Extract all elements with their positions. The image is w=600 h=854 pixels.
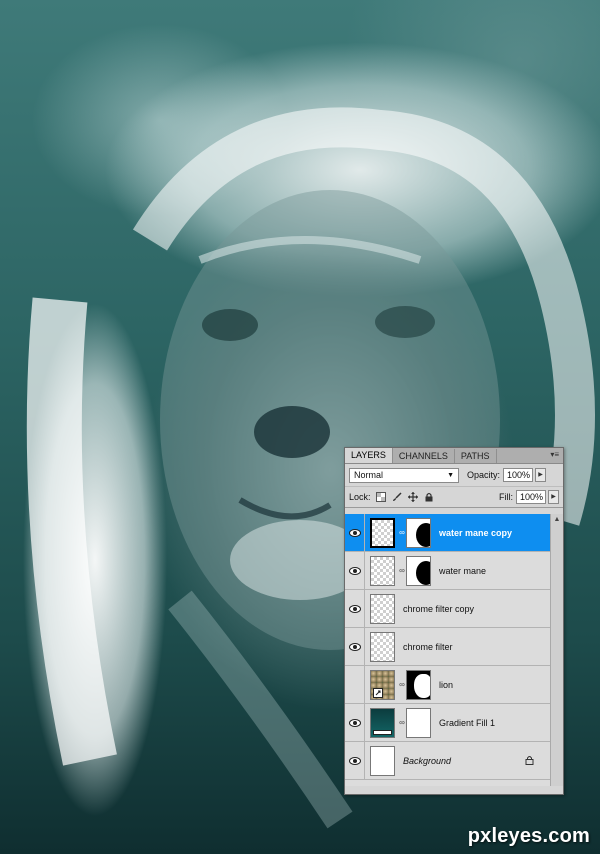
chevron-down-icon: ▼ (447, 471, 454, 479)
layer-row-lion[interactable]: ∞ lion (345, 666, 550, 704)
tab-layers[interactable]: LAYERS (345, 448, 393, 463)
opacity-input[interactable]: 100% (503, 468, 534, 482)
layers-panel: LAYERS CHANNELS PATHS ▾≡ Normal ▼ Opacit… (344, 447, 564, 795)
layer-row-gradient-fill-1[interactable]: ∞ Gradient Fill 1 (345, 704, 550, 742)
eye-icon[interactable] (345, 704, 365, 741)
panel-menu-icon[interactable]: ▾≡ (550, 450, 559, 459)
layer-thumbnail (370, 593, 395, 624)
link-chain-icon[interactable]: ∞ (398, 680, 406, 689)
watermark: pxleyes.com (467, 825, 590, 847)
fill-label: Fill: (499, 492, 513, 502)
lock-label: Lock: (349, 492, 371, 502)
tab-paths[interactable]: PATHS (455, 449, 497, 463)
layer-mask-thumbnail (406, 669, 431, 700)
blend-mode-select[interactable]: Normal ▼ (349, 467, 459, 483)
layer-row-water-mane[interactable]: ∞ water mane (345, 552, 550, 590)
smart-object-icon (373, 687, 383, 698)
lock-brush-icon[interactable] (392, 492, 402, 502)
link-chain-icon[interactable]: ∞ (398, 718, 406, 727)
eye-icon[interactable] (345, 514, 365, 551)
layer-mask-thumbnail (406, 555, 431, 586)
blend-opacity-row: Normal ▼ Opacity: 100% ▶ (345, 464, 563, 487)
layer-thumbnail (370, 707, 395, 738)
eye-icon[interactable] (345, 628, 365, 665)
layer-row-chrome-filter[interactable]: chrome filter (345, 628, 550, 666)
layer-name: chrome filter (403, 641, 453, 652)
eye-icon[interactable] (345, 590, 365, 627)
scroll-up-arrow-icon[interactable]: ▲ (551, 516, 563, 523)
layer-name: Background (403, 755, 452, 766)
fill-slider-button[interactable]: ▶ (548, 490, 559, 504)
layer-row-background[interactable]: Background (345, 742, 550, 780)
lock-fill-row: Lock: Fill: 100% ▶ (345, 487, 563, 508)
eye-icon[interactable] (345, 742, 365, 779)
link-chain-icon[interactable]: ∞ (398, 566, 406, 575)
visibility-toggle-off[interactable] (345, 666, 365, 703)
tab-channels[interactable]: CHANNELS (393, 449, 455, 463)
lock-transparent-icon[interactable] (375, 492, 386, 502)
layer-thumbnail (370, 669, 395, 700)
layer-thumbnail (370, 555, 395, 586)
panel-tab-bar: LAYERS CHANNELS PATHS ▾≡ (345, 448, 563, 464)
layer-name: chrome filter copy (403, 603, 475, 614)
layer-row-chrome-filter-copy[interactable]: chrome filter copy (345, 590, 550, 628)
layer-list-scrollbar[interactable]: ▲ (550, 514, 563, 786)
layer-thumbnail (370, 517, 395, 548)
layer-thumbnail (370, 631, 395, 662)
layer-row-water-mane-copy[interactable]: ∞ water mane copy (345, 514, 550, 552)
blend-mode-value: Normal (354, 470, 384, 480)
lock-icon (525, 755, 534, 767)
layer-name: Gradient Fill 1 (439, 717, 496, 728)
layer-name: water mane (439, 565, 487, 576)
layer-mask-thumbnail (406, 707, 431, 738)
fill-input[interactable]: 100% (516, 490, 546, 504)
opacity-label: Opacity: (467, 470, 501, 480)
layer-list: ∞ water mane copy ∞ water mane chrome fi… (345, 514, 550, 786)
layer-mask-thumbnail (406, 517, 431, 548)
lock-buttons (375, 492, 440, 502)
opacity-slider-button[interactable]: ▶ (535, 468, 547, 482)
layer-name: water mane copy (439, 527, 513, 538)
gradient-adjustment-icon (373, 729, 392, 735)
layer-thumbnail (370, 745, 395, 776)
link-chain-icon[interactable]: ∞ (398, 528, 406, 537)
lock-all-icon[interactable] (424, 492, 434, 502)
eye-icon[interactable] (345, 552, 365, 589)
lock-move-icon[interactable] (407, 492, 418, 502)
layer-name: lion (439, 679, 454, 690)
